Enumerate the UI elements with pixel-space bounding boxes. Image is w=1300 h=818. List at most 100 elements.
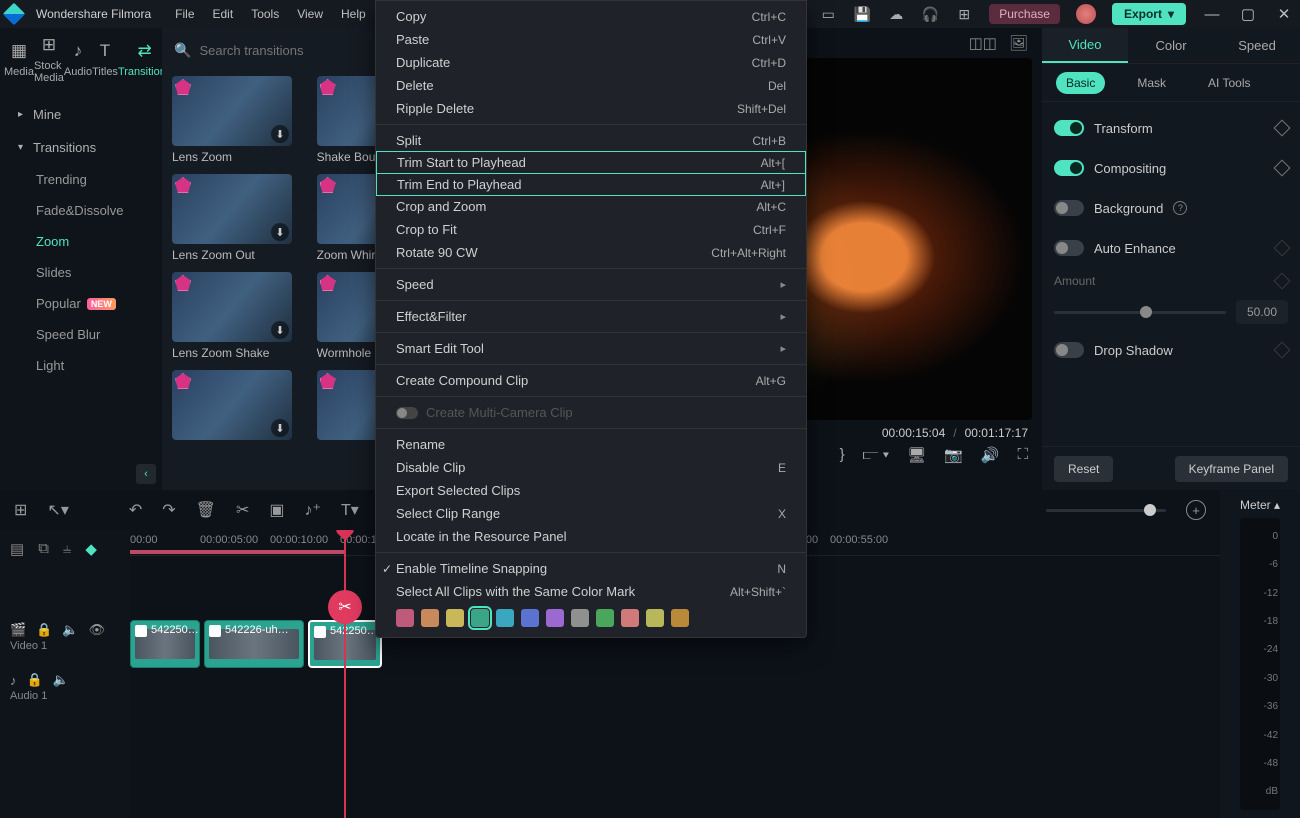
ctx-trim-end-to-playhead[interactable]: Trim End to PlayheadAlt+] (376, 173, 806, 196)
tool-tab-titles[interactable]: TTitles (92, 40, 118, 78)
amount-value[interactable]: 50.00 (1236, 300, 1288, 324)
sidebar-item-mine[interactable]: Mine (0, 98, 162, 131)
menu-edit[interactable]: Edit (213, 7, 234, 21)
keyframe-diamond-icon[interactable] (1274, 342, 1291, 359)
ctx-trim-start-to-playhead[interactable]: Trim Start to PlayheadAlt+[ (376, 151, 806, 174)
text-edit-icon[interactable]: T▾ (341, 500, 359, 520)
transition-thumb[interactable]: ⬇Lens Zoom (172, 76, 303, 164)
tl-magnet-icon[interactable]: ⫨ (63, 540, 71, 558)
tl-link-icon[interactable]: ⧉ (38, 540, 49, 558)
ctx-paste[interactable]: PasteCtrl+V (376, 28, 806, 51)
audio-track-icon[interactable]: ♪ (10, 673, 17, 688)
export-button[interactable]: Export▾ (1112, 3, 1186, 25)
toggle[interactable] (1054, 240, 1084, 256)
ctx-effect-filter[interactable]: Effect&Filter▸ (376, 305, 806, 328)
ctx-smart-edit-tool[interactable]: Smart Edit Tool▸ (376, 337, 806, 360)
color-swatch[interactable] (621, 609, 639, 627)
ctx-create-compound-clip[interactable]: Create Compound ClipAlt+G (376, 369, 806, 392)
sidebar-sub-zoom[interactable]: Zoom (0, 226, 162, 257)
download-icon[interactable]: ⬇ (271, 125, 289, 143)
transition-thumb[interactable]: ⬇Lens Zoom Shake (172, 272, 303, 360)
audio-edit-icon[interactable]: ♪⁺ (305, 500, 321, 520)
save-icon[interactable]: 💾 (853, 5, 871, 23)
reset-button[interactable]: Reset (1054, 456, 1113, 482)
display-icon[interactable]: 🖥 (907, 446, 926, 464)
timeline-clip[interactable]: 542250… (130, 620, 200, 668)
fullscreen-icon[interactable]: ⛶ (1017, 446, 1028, 464)
ctx-locate-in-the-resource-panel[interactable]: Locate in the Resource Panel (376, 525, 806, 548)
user-avatar[interactable] (1076, 4, 1096, 24)
help-icon[interactable]: ? (1173, 201, 1187, 215)
sidebar-sub-trending[interactable]: Trending (0, 164, 162, 195)
timeline-clip[interactable]: 542226-uh… (204, 620, 304, 668)
ctx-delete[interactable]: DeleteDel (376, 74, 806, 97)
tab-video[interactable]: Video (1042, 28, 1128, 63)
playhead-scissors-icon[interactable]: ✂ (328, 590, 362, 624)
color-swatch[interactable] (571, 609, 589, 627)
zoom-slider[interactable] (1046, 509, 1166, 512)
ctx-disable-clip[interactable]: Disable ClipE (376, 456, 806, 479)
ctx-duplicate[interactable]: DuplicateCtrl+D (376, 51, 806, 74)
compare-view-icon[interactable]: ◫◫ (969, 34, 997, 52)
ctx-enable-timeline-snapping[interactable]: Enable Timeline SnappingN (376, 557, 806, 580)
redo-icon[interactable]: ↷ (162, 500, 175, 520)
ctx-rotate-cw[interactable]: Rotate 90 CWCtrl+Alt+Right (376, 241, 806, 264)
toggle[interactable] (1054, 342, 1084, 358)
toggle[interactable] (1054, 200, 1084, 216)
cloud-icon[interactable]: ☁ (887, 5, 905, 23)
keyframe-diamond-icon[interactable] (1274, 120, 1291, 137)
ctx-select-all-clips-with-the-same-color-mark[interactable]: Select All Clips with the Same Color Mar… (376, 580, 806, 603)
color-swatch[interactable] (471, 609, 489, 627)
tool-tab-stock-media[interactable]: ⊞Stock Media (34, 34, 64, 84)
ctx-ripple-delete[interactable]: Ripple DeleteShift+Del (376, 97, 806, 120)
download-icon[interactable]: ⬇ (271, 321, 289, 339)
headphones-icon[interactable]: 🎧 (921, 5, 939, 23)
video-track-icon[interactable]: 🎬 (10, 622, 26, 638)
visibility-icon[interactable]: 👁 (89, 622, 106, 638)
color-swatch[interactable] (421, 609, 439, 627)
split-icon[interactable]: ✂ (236, 500, 249, 520)
amount-slider[interactable] (1054, 311, 1226, 314)
sidebar-item-transitions[interactable]: Transitions (0, 131, 162, 164)
window-maximize[interactable]: ▢ (1238, 5, 1258, 23)
tl-track-opts-icon[interactable]: ▤ (10, 540, 24, 558)
mute-icon[interactable]: 🔈 (62, 622, 78, 638)
tab-speed[interactable]: Speed (1214, 28, 1300, 63)
color-swatch[interactable] (446, 609, 464, 627)
ctx-split[interactable]: SplitCtrl+B (376, 129, 806, 152)
undo-icon[interactable]: ↶ (129, 500, 142, 520)
lock-icon[interactable]: 🔒 (27, 672, 43, 688)
menu-help[interactable]: Help (341, 7, 366, 21)
color-swatch[interactable] (396, 609, 414, 627)
ctx-crop-to-fit[interactable]: Crop to FitCtrl+F (376, 218, 806, 241)
toggle[interactable] (1054, 120, 1084, 136)
marker-out-icon[interactable]: } (840, 446, 845, 464)
lock-icon[interactable]: 🔒 (36, 622, 52, 638)
subtab-aitools[interactable]: AI Tools (1198, 72, 1260, 94)
window-close[interactable]: ✕ (1274, 5, 1294, 23)
color-swatch[interactable] (521, 609, 539, 627)
tl-marker-icon[interactable]: ◆ (85, 540, 97, 558)
ctx-speed[interactable]: Speed▸ (376, 273, 806, 296)
playhead[interactable]: ✂ (344, 530, 346, 818)
download-icon[interactable]: ⬇ (271, 223, 289, 241)
apps-icon[interactable]: ⊞ (955, 5, 973, 23)
delete-icon[interactable]: 🗑 (196, 500, 216, 520)
mute-icon[interactable]: 🔈 (53, 672, 69, 688)
ratio-icon[interactable]: ⫍ ▾ (863, 446, 889, 464)
menu-view[interactable]: View (297, 7, 323, 21)
snapshot-icon[interactable]: 📷 (944, 446, 963, 464)
sidebar-sub-speed-blur[interactable]: Speed Blur (0, 319, 162, 350)
tab-color[interactable]: Color (1128, 28, 1214, 63)
download-icon[interactable]: ⬇ (271, 419, 289, 437)
toggle[interactable] (1054, 160, 1084, 176)
keyframe-panel-button[interactable]: Keyframe Panel (1175, 456, 1288, 482)
menu-file[interactable]: File (175, 7, 194, 21)
tool-tab-media[interactable]: ▦Media (4, 40, 34, 78)
ctx-select-clip-range[interactable]: Select Clip RangeX (376, 502, 806, 525)
audio-meter-label[interactable]: Meter ▴ (1240, 498, 1280, 512)
transition-thumb[interactable]: ⬇ (172, 370, 303, 444)
tl-options-icon[interactable]: ⊞ (14, 500, 27, 520)
ctx-export-selected-clips[interactable]: Export Selected Clips (376, 479, 806, 502)
volume-icon[interactable]: 🔊 (981, 446, 1000, 464)
